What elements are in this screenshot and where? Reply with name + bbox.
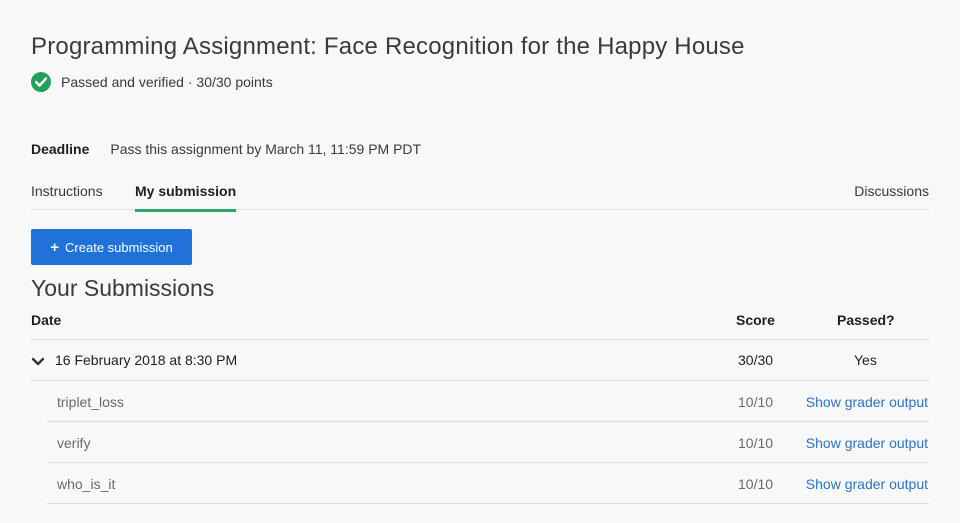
submission-passed: Yes xyxy=(854,352,877,368)
show-grader-output-link[interactable]: Show grader output xyxy=(806,435,928,451)
part-row-who-is-it: who_is_it 10/10 Show grader output xyxy=(47,463,929,504)
deadline-label: Deadline xyxy=(31,141,90,157)
tab-bar: Instructions My submission Discussions xyxy=(31,172,929,212)
part-score: 10/10 xyxy=(738,394,774,410)
page-title: Programming Assignment: Face Recognition… xyxy=(31,33,745,60)
tab-discussions[interactable]: Discussions xyxy=(854,183,929,199)
table-header: Date Score Passed? xyxy=(31,305,929,340)
part-name: who_is_it xyxy=(57,476,116,492)
submission-date: 16 February 2018 at 8:30 PM xyxy=(55,352,238,368)
chevron-down-icon[interactable] xyxy=(31,354,45,366)
submission-score: 30/30 xyxy=(738,352,774,368)
part-name: triplet_loss xyxy=(57,394,124,410)
tab-instructions[interactable]: Instructions xyxy=(31,183,103,199)
part-row-verify: verify 10/10 Show grader output xyxy=(47,422,929,463)
show-grader-output-link[interactable]: Show grader output xyxy=(806,476,928,492)
part-row-triplet-loss: triplet_loss 10/10 Show grader output xyxy=(47,381,929,422)
submissions-table: Date Score Passed? 16 February 2018 at 8… xyxy=(31,305,929,504)
deadline-text: Pass this assignment by March 11, 11:59 … xyxy=(110,141,422,157)
column-passed: Passed? xyxy=(837,312,895,328)
create-submission-label: Create submission xyxy=(65,239,173,255)
deadline-row: Deadline Pass this assignment by March 1… xyxy=(31,141,421,157)
show-grader-output-link[interactable]: Show grader output xyxy=(806,394,928,410)
submission-row: 16 February 2018 at 8:30 PM 30/30 Yes xyxy=(31,340,929,381)
create-submission-button[interactable]: + Create submission xyxy=(31,229,192,265)
check-circle-icon xyxy=(31,72,51,92)
column-score: Score xyxy=(736,312,775,328)
column-date: Date xyxy=(31,312,62,328)
status-row: Passed and verified · 30/30 points xyxy=(31,72,273,92)
plus-icon: + xyxy=(50,238,60,256)
section-title: Your Submissions xyxy=(31,275,215,301)
part-name: verify xyxy=(57,435,91,451)
part-score: 10/10 xyxy=(738,435,774,451)
part-score: 10/10 xyxy=(738,476,774,492)
tab-my-submission[interactable]: My submission xyxy=(135,183,237,212)
status-text: Passed and verified · 30/30 points xyxy=(61,74,273,90)
